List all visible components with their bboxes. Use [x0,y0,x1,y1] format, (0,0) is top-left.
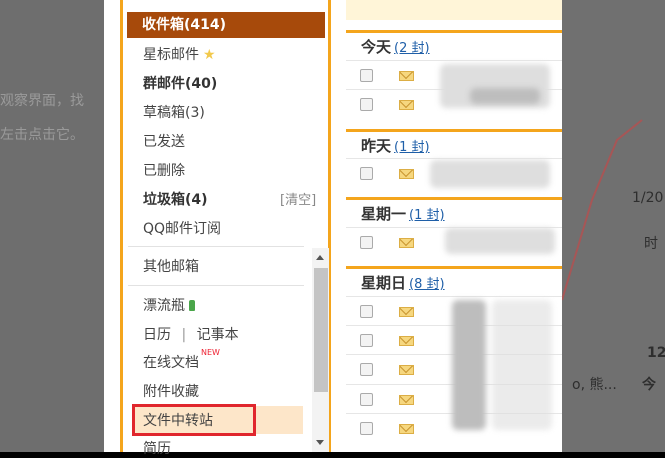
redacted-content [470,88,540,104]
group-label-text: 星期日 [361,274,407,292]
mail-checkbox[interactable] [360,69,373,82]
app-online-docs-label: 在线文档 [143,355,199,371]
spam-clear-link[interactable]: [清空] [280,189,316,208]
group-label-text: 昨天 [361,137,392,155]
envelope-icon [399,238,414,248]
background-text-line1: 观察界面，找 [0,93,84,109]
app-drift-bottle-label: 漂流瓶 [143,298,185,314]
envelope-icon [399,100,414,110]
group-count-link[interactable]: (1 封) [409,208,445,223]
mail-checkbox[interactable] [360,167,373,180]
background-text-line2: 左击点击它。 [0,127,84,143]
sidebar-divider [128,285,304,286]
group-count-link[interactable]: (8 封) [409,277,445,292]
mail-checkbox[interactable] [360,334,373,347]
new-badge: NEW [201,348,220,357]
app-resume[interactable]: 简历 [143,438,171,458]
group-label: 昨天 (1 封) [361,135,430,156]
sidebar-divider [128,246,304,247]
folder-starred-label: 星标邮件 [143,47,199,63]
group-label: 星期日 (8 封) [361,272,445,293]
envelope-icon [399,169,414,179]
star-icon: ★ [203,47,216,63]
background-decoration [562,119,643,301]
group-header-sunday: 星期日 (8 封) [346,266,562,293]
group-count-link[interactable]: (2 封) [394,41,430,56]
app-notebook[interactable]: 记事本 [197,327,239,343]
mail-checkbox[interactable] [360,363,373,376]
envelope-icon [399,71,414,81]
group-header-today: 今天 (2 封) [346,30,562,57]
mail-checkbox[interactable] [360,98,373,111]
mail-checkbox[interactable] [360,305,373,318]
group-label-text: 星期一 [361,205,407,223]
folder-group-mail[interactable]: 群邮件(40) [143,73,217,93]
redacted-content [430,160,550,188]
folder-drafts[interactable]: 草稿箱(3) [143,102,205,122]
app-online-docs[interactable]: 在线文档NEW [143,348,220,372]
folder-qq-subscription[interactable]: QQ邮件订阅 [143,218,221,238]
mail-list-toolbar [346,0,562,20]
scroll-down-arrow-icon[interactable] [316,440,324,445]
app-attachments[interactable]: 附件收藏 [143,381,199,401]
group-header-monday: 星期一 (1 封) [346,197,562,224]
redacted-content [452,300,486,430]
background-right-panel: 1/20 时 12 o, 熊... 今 [562,0,665,452]
mail-checkbox[interactable] [360,236,373,249]
group-header-yesterday: 昨天 (1 封) [346,129,562,156]
envelope-icon [399,365,414,375]
folder-deleted[interactable]: 已删除 [143,160,185,180]
mail-checkbox[interactable] [360,393,373,406]
envelope-icon [399,424,414,434]
folder-starred[interactable]: 星标邮件 ★ [143,44,216,64]
separator: | [181,327,187,343]
app-calendar[interactable]: 日历 [143,327,171,343]
folder-spam[interactable]: 垃圾箱(4) [143,189,208,209]
group-label: 星期一 (1 封) [361,203,445,224]
envelope-icon [399,336,414,346]
folder-sent[interactable]: 已发送 [143,131,185,151]
background-left-panel: 观察界面，找 左击点击它。 [0,0,104,452]
group-count-link[interactable]: (1 封) [394,140,430,155]
bottle-icon [189,300,195,311]
tutorial-highlight-box [132,404,256,436]
mail-checkbox[interactable] [360,422,373,435]
folder-other-mailboxes[interactable]: 其他邮箱 [143,256,199,276]
group-label: 今天 (2 封) [361,36,430,57]
envelope-icon [399,307,414,317]
app-calendar-notebook: 日历 | 记事本 [143,324,239,344]
redacted-content [445,228,555,254]
redacted-content [492,300,552,430]
sidebar-scroll-thumb[interactable] [314,268,328,392]
group-label-text: 今天 [361,38,392,56]
app-drift-bottle[interactable]: 漂流瓶 [143,295,195,315]
envelope-icon [399,395,414,405]
scroll-up-arrow-icon[interactable] [316,255,324,260]
folder-inbox[interactable]: 收件箱(414) [127,12,325,38]
